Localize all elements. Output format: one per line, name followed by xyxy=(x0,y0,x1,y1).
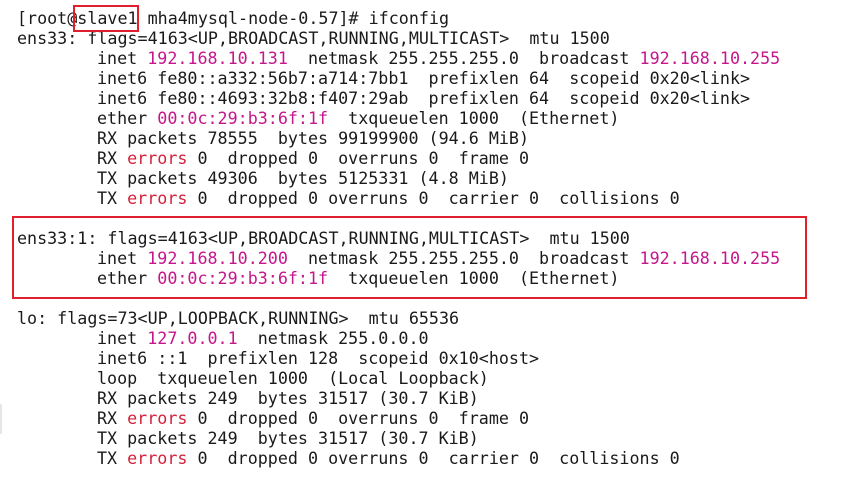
prompt-path: mha4mysql-node-0.57]# xyxy=(137,8,369,28)
ens33-1-inet-address: 192.168.10.200 xyxy=(147,248,288,268)
ens33-inet-line: inet 192.168.10.131 netmask 255.255.255.… xyxy=(97,48,780,68)
lo-header: lo: flags=73<UP,LOOPBACK,RUNNING> mtu 65… xyxy=(17,308,460,328)
tx-prefix: TX xyxy=(97,188,128,208)
rx-errors-rest: 0 dropped 0 overruns 0 frame 0 xyxy=(187,408,530,428)
tx-errors-rest: 0 dropped 0 overruns 0 carrier 0 collisi… xyxy=(187,448,680,468)
lo-rx-packets: RX packets 249 bytes 31517 (30.7 KiB) xyxy=(97,388,479,408)
inet-label: inet xyxy=(97,328,148,348)
ens33-rx-errors-line: RX errors 0 dropped 0 overruns 0 frame 0 xyxy=(97,148,529,168)
ens33-tx-errors-word: errors xyxy=(127,188,188,208)
inet-label: inet xyxy=(97,248,148,268)
lo-netmask: netmask 255.0.0.0 xyxy=(237,328,429,348)
ens33-inet6-line-2: inet6 fe80::4693:32b8:f407:29ab prefixle… xyxy=(97,88,751,108)
ens33-1-ether-line: ether 00:0c:29:b3:6f:1f txqueuelen 1000 … xyxy=(97,268,619,288)
ens33-tx-errors-line: TX errors 0 dropped 0 overruns 0 carrier… xyxy=(97,188,680,208)
ens33-header: ens33: flags=4163<UP,BROADCAST,RUNNING,M… xyxy=(17,28,610,48)
ens33-1-txqueuelen: txqueuelen 1000 (Ethernet) xyxy=(328,268,620,288)
ens33-rx-errors-word: errors xyxy=(127,148,188,168)
ens33-1-header: ens33:1: flags=4163<UP,BROADCAST,RUNNING… xyxy=(17,228,630,248)
lo-tx-errors-line: TX errors 0 dropped 0 overruns 0 carrier… xyxy=(97,448,680,468)
lo-rx-errors-word: errors xyxy=(127,408,188,428)
ens33-broadcast-address: 192.168.10.255 xyxy=(639,48,781,68)
prompt-command: ifconfig xyxy=(368,8,450,28)
ens33-1-netmask: netmask 255.255.255.0 broadcast xyxy=(287,248,640,268)
window-edge-mark xyxy=(0,404,2,434)
ens33-1-mac-address: 00:0c:29:b3:6f:1f xyxy=(157,268,329,288)
rx-prefix: RX xyxy=(97,408,128,428)
rx-errors-rest: 0 dropped 0 overruns 0 frame 0 xyxy=(187,148,530,168)
prompt-open: [root@ xyxy=(17,8,78,28)
lo-loop-line: loop txqueuelen 1000 (Local Loopback) xyxy=(97,368,489,388)
lo-inet-address: 127.0.0.1 xyxy=(147,328,238,348)
ether-label: ether xyxy=(97,268,158,288)
rx-prefix: RX xyxy=(97,148,128,168)
ether-label: ether xyxy=(97,108,158,128)
lo-tx-errors-word: errors xyxy=(127,448,188,468)
lo-tx-packets: TX packets 249 bytes 31517 (30.7 KiB) xyxy=(97,428,479,448)
inet-label: inet xyxy=(97,48,148,68)
ens33-ether-line: ether 00:0c:29:b3:6f:1f txqueuelen 1000 … xyxy=(97,108,619,128)
ens33-inet6-line-1: inet6 fe80::a332:56b7:a714:7bb1 prefixle… xyxy=(97,68,751,88)
ens33-1-inet-line: inet 192.168.10.200 netmask 255.255.255.… xyxy=(97,248,780,268)
ens33-tx-packets: TX packets 49306 bytes 5125331 (4.8 MiB) xyxy=(97,168,509,188)
lo-inet6-line: inet6 ::1 prefixlen 128 scopeid 0x10<hos… xyxy=(97,348,540,368)
ens33-txqueuelen: txqueuelen 1000 (Ethernet) xyxy=(328,108,620,128)
ens33-mac-address: 00:0c:29:b3:6f:1f xyxy=(157,108,329,128)
shell-prompt-line: [root@slave1 mha4mysql-node-0.57]# ifcon… xyxy=(17,8,449,28)
ens33-netmask: netmask 255.255.255.0 broadcast xyxy=(287,48,640,68)
lo-rx-errors-line: RX errors 0 dropped 0 overruns 0 frame 0 xyxy=(97,408,529,428)
terminal-window[interactable]: [root@slave1 mha4mysql-node-0.57]# ifcon… xyxy=(0,0,867,480)
tx-errors-rest: 0 dropped 0 overruns 0 carrier 0 collisi… xyxy=(187,188,680,208)
ens33-inet-address: 192.168.10.131 xyxy=(147,48,288,68)
tx-prefix: TX xyxy=(97,448,128,468)
prompt-hostname: slave1 xyxy=(77,8,138,28)
ens33-1-broadcast-address: 192.168.10.255 xyxy=(639,248,781,268)
lo-inet-line: inet 127.0.0.1 netmask 255.0.0.0 xyxy=(97,328,429,348)
ens33-rx-packets: RX packets 78555 bytes 99199900 (94.6 Mi… xyxy=(97,128,530,148)
